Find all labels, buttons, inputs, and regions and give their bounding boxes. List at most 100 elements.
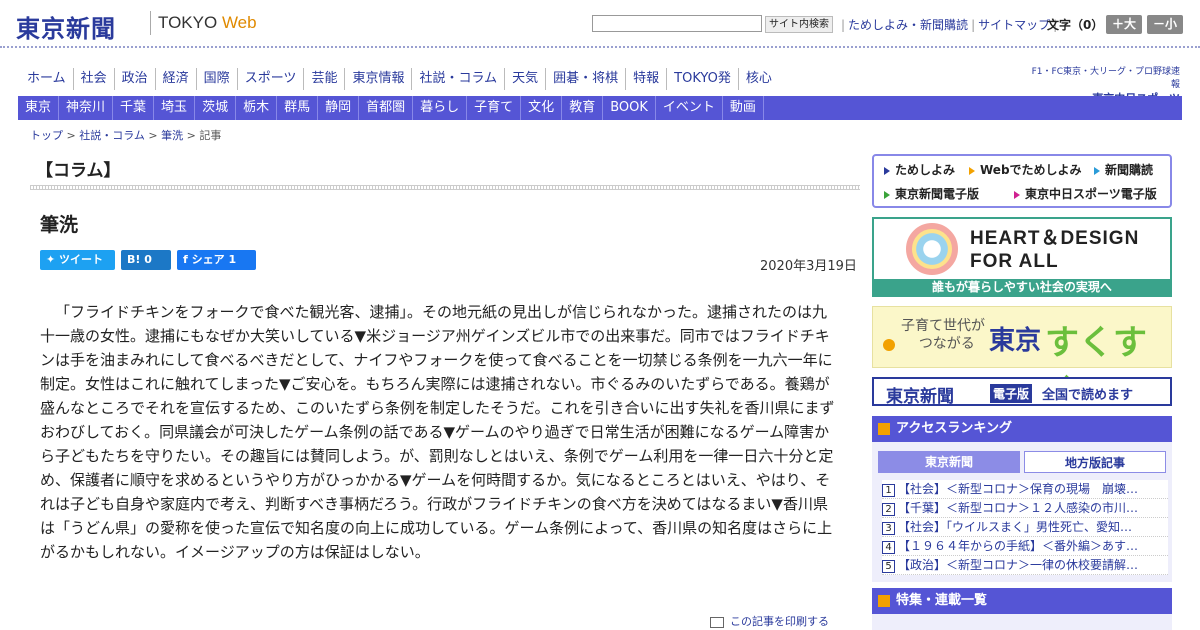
rank-number: 4 — [882, 541, 895, 554]
nav-tokyo-info[interactable]: 東京情報 — [345, 68, 413, 90]
nav-igo-shogi[interactable]: 囲碁・将棋 — [546, 68, 627, 90]
rank-title[interactable]: 【政治】＜新型コロナ＞一律の休校要請解… — [898, 558, 1138, 572]
arrow-icon — [878, 422, 890, 435]
quick-link-chunichi-digital[interactable]: 東京中日スポーツ電子版 — [1014, 185, 1157, 202]
nav-tokyo-hatsu[interactable]: TOKYO発 — [667, 68, 739, 90]
ranking-item[interactable]: 4 【１９６４年からの手紙】＜番外編＞あす… — [882, 537, 1168, 556]
subnav-item[interactable]: 動画 — [723, 96, 764, 120]
subnav-item[interactable]: 神奈川 — [59, 96, 114, 120]
quick-links-box: ためしよみ Webでためしよみ 新聞購読 東京新聞電子版 東京中日スポーツ電子版 — [872, 154, 1172, 208]
nav-economy[interactable]: 経済 — [156, 68, 197, 90]
subnav-item[interactable]: 子育て — [467, 96, 522, 120]
sukusuku-banner[interactable]: 子育て世代が つながる 東京 すくすく — [872, 306, 1172, 412]
font-larger-button[interactable]: ＋大 — [1106, 15, 1142, 34]
ranking-item[interactable]: 1 【社会】＜新型コロナ＞保育の現場 崩壊… — [882, 480, 1168, 499]
twitter-icon: ✦ — [46, 253, 60, 266]
header-links: | ためしよみ・新聞購読 | サイトマップ | — [841, 18, 1058, 32]
nav-entertainment[interactable]: 芸能 — [304, 68, 346, 90]
nav-special[interactable]: 特報 — [626, 68, 668, 90]
article-date: 2020年3月19日 — [760, 259, 857, 274]
printer-icon — [710, 616, 724, 628]
tab-regional[interactable]: 地方版記事 — [1024, 451, 1166, 473]
subnav-item[interactable]: 埼玉 — [154, 96, 196, 120]
trial-subscribe-link[interactable]: ためしよみ・新聞購読 — [848, 18, 968, 32]
breadcrumb-current: 記事 — [199, 129, 222, 142]
site-header: 東京新聞 TOKYO Web サイト内検索 | ためしよみ・新聞購読 | サイトマップ… — [0, 0, 1200, 48]
nav-core[interactable]: 核心 — [739, 68, 779, 90]
access-ranking-box: アクセスランキング 東京新聞 地方版記事 1 【社会】＜新型コロナ＞保育の現場 崩… — [872, 416, 1172, 582]
article-body: 「フライドチキンをフォークで食べた観光客、逮捕」。その地元紙の見出しが信じられな… — [40, 303, 835, 561]
features-box: 特集・連載一覧 — [872, 588, 1172, 630]
heart-design-banner[interactable]: HEART＆DESIGN FOR ALL 誰もが暮らしやすい社会の実現へ — [872, 217, 1172, 297]
breadcrumb: トップ > 社説・コラム > 筆洗 > 記事 — [30, 129, 222, 142]
subnav-item[interactable]: 文化 — [521, 96, 563, 120]
breadcrumb-top[interactable]: トップ — [30, 129, 63, 142]
ranking-item[interactable]: 5 【政治】＜新型コロナ＞一律の休校要請解… — [882, 556, 1168, 575]
nav-sports[interactable]: スポーツ — [238, 68, 305, 90]
sitemap-link[interactable]: サイトマップ — [978, 18, 1050, 32]
rank-number: 3 — [882, 522, 895, 535]
subnav-item[interactable]: BOOK — [603, 96, 656, 120]
rank-title[interactable]: 【社会】「ウイルスまく」男性死亡、愛知… — [898, 520, 1132, 534]
main-nav: ホーム 社会 政治 経済 国際 スポーツ 芸能 東京情報 社説・コラム 天気 囲… — [20, 68, 779, 90]
font-size-label: 文字（0） — [1047, 18, 1104, 32]
ranking-item[interactable]: 3 【社会】「ウイルスまく」男性死亡、愛知… — [882, 518, 1168, 537]
search-input[interactable] — [592, 15, 762, 32]
rank-title[interactable]: 【１９６４年からの手紙】＜番外編＞あす… — [898, 539, 1138, 553]
rank-number: 2 — [882, 503, 895, 516]
triangle-icon — [1014, 190, 1020, 199]
ranking-header: アクセスランキング — [872, 416, 1172, 442]
quick-link-subscribe[interactable]: 新聞購読 — [1094, 161, 1153, 178]
divider — [30, 185, 860, 190]
flower-icon — [883, 339, 895, 351]
rank-number: 1 — [882, 484, 895, 497]
triangle-icon — [884, 166, 890, 175]
subnav-item[interactable]: 首都圏 — [359, 96, 414, 120]
quick-link-digital[interactable]: 東京新聞電子版 — [884, 185, 979, 202]
article-title: 筆洗 — [40, 214, 79, 236]
breadcrumb-sub[interactable]: 筆洗 — [161, 129, 183, 142]
subnav-item[interactable]: 群馬 — [277, 96, 319, 120]
tokyo-web-logo[interactable]: TOKYO Web — [158, 13, 257, 33]
heart-design-caption: 誰もが暮らしやすい社会の実現へ — [874, 279, 1170, 295]
tweet-button[interactable]: ✦ ツイート — [40, 250, 115, 270]
features-header: 特集・連載一覧 — [872, 588, 1172, 614]
rank-title[interactable]: 【千葉】＜新型コロナ＞１２人感染の市川… — [898, 501, 1138, 515]
rank-number: 5 — [882, 560, 895, 573]
nav-weather[interactable]: 天気 — [505, 68, 547, 90]
font-smaller-button[interactable]: －小 — [1147, 15, 1183, 34]
triangle-icon — [969, 166, 975, 175]
ranking-item[interactable]: 2 【千葉】＜新型コロナ＞１２人感染の市川… — [882, 499, 1168, 518]
subnav-item[interactable]: イベント — [656, 96, 723, 120]
quick-link-trial[interactable]: ためしよみ — [884, 161, 955, 178]
tab-tokyo[interactable]: 東京新聞 — [878, 451, 1020, 473]
site-logo[interactable]: 東京新聞 — [16, 9, 116, 44]
quick-link-web-trial[interactable]: Webでためしよみ — [969, 161, 1082, 178]
subnav-item[interactable]: 東京 — [18, 96, 60, 120]
digital-edition-banner[interactable]: 東京新聞 電子版 全国で読めます — [872, 377, 1172, 407]
subnav-item[interactable]: 静岡 — [318, 96, 360, 120]
hatena-bookmark-button[interactable]: B! 0 — [121, 250, 171, 270]
nav-international[interactable]: 国際 — [197, 68, 238, 90]
nav-politics[interactable]: 政治 — [115, 68, 156, 90]
flower-logo-icon — [906, 223, 958, 275]
nav-society[interactable]: 社会 — [74, 68, 115, 90]
facebook-icon: f — [183, 253, 192, 266]
facebook-share-button[interactable]: f シェア 1 — [177, 250, 256, 270]
arrow-icon — [878, 594, 890, 607]
triangle-icon — [1094, 166, 1100, 175]
subnav-item[interactable]: 茨城 — [195, 96, 237, 120]
subnav-item[interactable]: 教育 — [562, 96, 604, 120]
subnav-item[interactable]: 暮らし — [413, 96, 468, 120]
print-link[interactable]: この記事を印刷する — [710, 613, 829, 629]
subnav-item[interactable]: 千葉 — [113, 96, 155, 120]
breadcrumb-section[interactable]: 社説・コラム — [79, 129, 145, 142]
column-label: 【コラム】 — [36, 161, 121, 181]
subnav-item[interactable]: 栃木 — [236, 96, 278, 120]
triangle-icon — [884, 190, 890, 199]
nav-editorial[interactable]: 社説・コラム — [412, 68, 506, 90]
logo-divider — [150, 11, 151, 35]
nav-home[interactable]: ホーム — [20, 68, 74, 90]
rank-title[interactable]: 【社会】＜新型コロナ＞保育の現場 崩壊… — [898, 482, 1138, 496]
search-button[interactable]: サイト内検索 — [765, 16, 833, 33]
